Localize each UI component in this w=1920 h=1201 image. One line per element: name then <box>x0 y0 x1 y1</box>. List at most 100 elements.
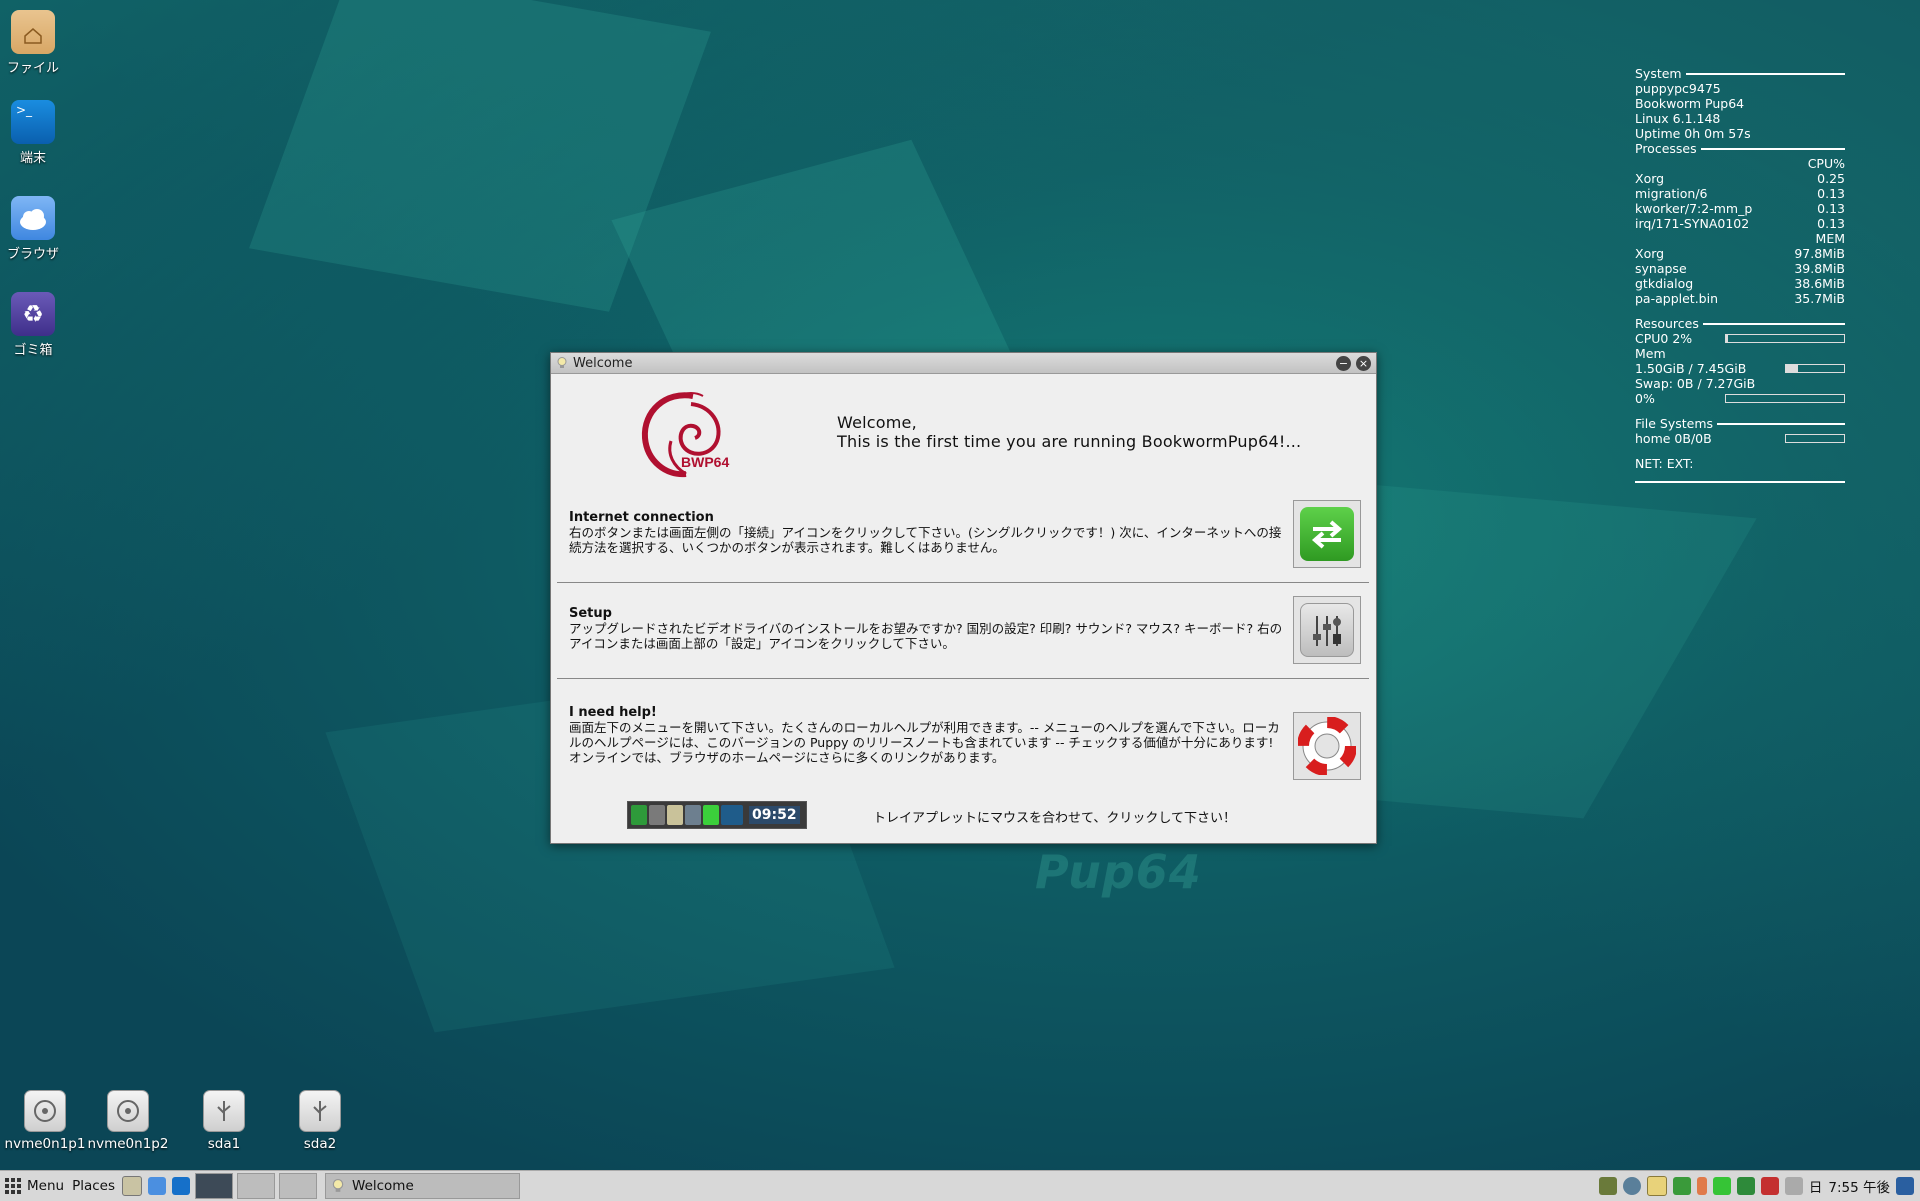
section-body: 右のボタンまたは画面左側の「接続」アイコンをクリックして下さい。(シングルクリッ… <box>569 525 1282 555</box>
drive-label: sda2 <box>303 1136 337 1152</box>
mem-row: 1.50GiB / 7.45GiB <box>1635 361 1845 376</box>
settings-sliders-icon <box>1300 603 1354 657</box>
terminal-icon: >_ <box>11 100 55 144</box>
speaker-icon[interactable] <box>1672 1177 1691 1195</box>
setup-button[interactable] <box>1293 596 1361 664</box>
section-title: Setup <box>569 606 612 621</box>
process-row: migration/6 0.13 <box>1635 186 1845 201</box>
harddisk-icon <box>24 1090 66 1132</box>
process-row: kworker/7:2-mm_p 0.13 <box>1635 201 1845 216</box>
welcome-window: Welcome − × BWP64 Welcome, This is the f… <box>550 352 1377 844</box>
desktop-icon-files[interactable]: ファイル <box>0 10 68 76</box>
conky-bottom-rule <box>1635 481 1845 483</box>
shield-icon <box>631 805 647 825</box>
drive-label: nvme0n1p2 <box>87 1136 169 1152</box>
processes-header: Processes <box>1635 141 1845 156</box>
desktop: Pup64 ファイル >_ 端末 ブラウザ ♻ ゴミ箱 System puppy… <box>0 0 1920 1170</box>
desktop-icon-trash[interactable]: ♻ ゴミ箱 <box>0 292 68 358</box>
drive-label: sda1 <box>207 1136 241 1152</box>
battery-icon[interactable] <box>1696 1177 1707 1195</box>
tray-hint: トレイアプレットにマウスを合わせて、クリックして下さい！ <box>873 811 1236 826</box>
window-title: Welcome <box>573 355 633 371</box>
welcome-greeting: Welcome, This is the first time you are … <box>837 413 1301 451</box>
tray-applets-illustration: 09:52 <box>627 801 807 829</box>
process-row: Xorg 97.8MiB <box>1635 246 1845 261</box>
network-icon <box>685 805 701 825</box>
taskbar: Menu Places Welcome 日 7:55 午後 <box>0 1170 1920 1201</box>
folder-icon <box>11 10 55 54</box>
tray-clock[interactable]: 7:55 午後 <box>1828 1176 1890 1196</box>
process-row: pa-applet.bin 35.7MiB <box>1635 291 1845 306</box>
desktop-icon-browser[interactable]: ブラウザ <box>0 196 68 262</box>
wallpaper-watermark: Pup64 <box>1035 845 1202 899</box>
no-network-icon[interactable] <box>1760 1177 1779 1195</box>
process-row: synapse 39.8MiB <box>1635 261 1845 276</box>
lifebuoy-icon <box>1298 717 1356 775</box>
section-title: Internet connection <box>569 510 714 525</box>
greeting-line-2: This is the first time you are running B… <box>837 432 1302 451</box>
tray-clock: 09:52 <box>749 806 800 824</box>
close-button[interactable]: × <box>1356 355 1371 371</box>
file-manager-icon[interactable] <box>122 1176 143 1196</box>
desktop-icon-label: ファイル <box>6 61 59 76</box>
drive-nvme0n1p1[interactable]: nvme0n1p1 <box>0 1090 90 1152</box>
clipboard-icon[interactable] <box>1646 1176 1667 1196</box>
drive-nvme0n1p2[interactable]: nvme0n1p2 <box>83 1090 173 1152</box>
cpu0-row: CPU0 2% <box>1635 331 1845 346</box>
task-welcome[interactable]: Welcome <box>325 1173 521 1199</box>
swap-label: Swap: 0B / 7.27GiB <box>1635 376 1756 391</box>
task-title: Welcome <box>352 1178 414 1194</box>
kernel: Linux 6.1.148 <box>1635 111 1721 126</box>
hostname: puppypc9475 <box>1635 81 1721 96</box>
minimize-button[interactable]: − <box>1336 355 1351 371</box>
section-setup: Setup アップグレードされたビデオドライバのインストールをお望みですか? 国… <box>569 606 1289 651</box>
storage-icon[interactable] <box>1712 1177 1731 1195</box>
browser-cloud-icon[interactable] <box>148 1177 167 1195</box>
process-row: gtkdialog 38.6MiB <box>1635 276 1845 291</box>
shield-icon[interactable] <box>1736 1177 1755 1195</box>
section-internet: Internet connection 右のボタンまたは画面左側の「接続」アイコ… <box>569 510 1289 555</box>
grid-menu-icon <box>5 1178 21 1194</box>
terminal-icon[interactable] <box>172 1177 191 1195</box>
workspace-3[interactable] <box>279 1173 318 1199</box>
drive-label: nvme0n1p1 <box>4 1136 86 1152</box>
desktop-icon-terminal[interactable]: >_ 端末 <box>0 100 68 166</box>
window-titlebar[interactable]: Welcome − × <box>551 353 1376 374</box>
net-status: NET: EXT: <box>1635 456 1694 471</box>
process-row: irq/171-SYNA0102 0.13 <box>1635 216 1845 231</box>
places-button[interactable]: Places <box>68 1171 119 1201</box>
filesystems-header: File Systems <box>1635 416 1845 431</box>
settings-icon[interactable] <box>1896 1177 1914 1195</box>
lightbulb-icon <box>332 1179 344 1192</box>
printer-icon[interactable] <box>1784 1177 1803 1195</box>
connect-button[interactable] <box>1293 500 1361 568</box>
section-title: I need help! <box>569 705 657 720</box>
uptime: Uptime 0h 0m 57s <box>1635 126 1751 141</box>
drive-sda1[interactable]: sda1 <box>179 1090 269 1152</box>
network-icon[interactable] <box>1622 1177 1641 1195</box>
clipboard-icon <box>667 805 683 825</box>
tray-day: 日 <box>1808 1180 1823 1196</box>
resources-header: Resources <box>1635 316 1845 331</box>
fs-home-bar <box>1785 434 1845 443</box>
places-label: Places <box>72 1178 116 1194</box>
menu-label: Menu <box>27 1178 65 1194</box>
greeting-line-1: Welcome, <box>837 413 917 432</box>
drive-sda2[interactable]: sda2 <box>275 1090 365 1152</box>
section-body: アップグレードされたビデオドライバのインストールをお望みですか? 国別の設定? … <box>569 621 1283 651</box>
system-header: System <box>1635 66 1845 81</box>
workspace-1[interactable] <box>195 1173 234 1199</box>
mem-label: Mem <box>1635 346 1666 361</box>
cloud-icon <box>11 196 55 240</box>
mem-bar-fill <box>1786 365 1798 372</box>
cpu-graph-icon[interactable] <box>1598 1177 1617 1195</box>
divider <box>557 582 1369 583</box>
menu-button[interactable]: Menu <box>0 1171 68 1201</box>
workspace-2[interactable] <box>237 1173 276 1199</box>
cpu0-bar <box>1725 334 1845 343</box>
desktop-icon-label: ゴミ箱 <box>13 343 53 358</box>
desktop-icon-label: ブラウザ <box>6 247 59 262</box>
harddisk-icon <box>107 1090 149 1132</box>
usb-icon <box>299 1090 341 1132</box>
help-button[interactable] <box>1293 712 1361 780</box>
